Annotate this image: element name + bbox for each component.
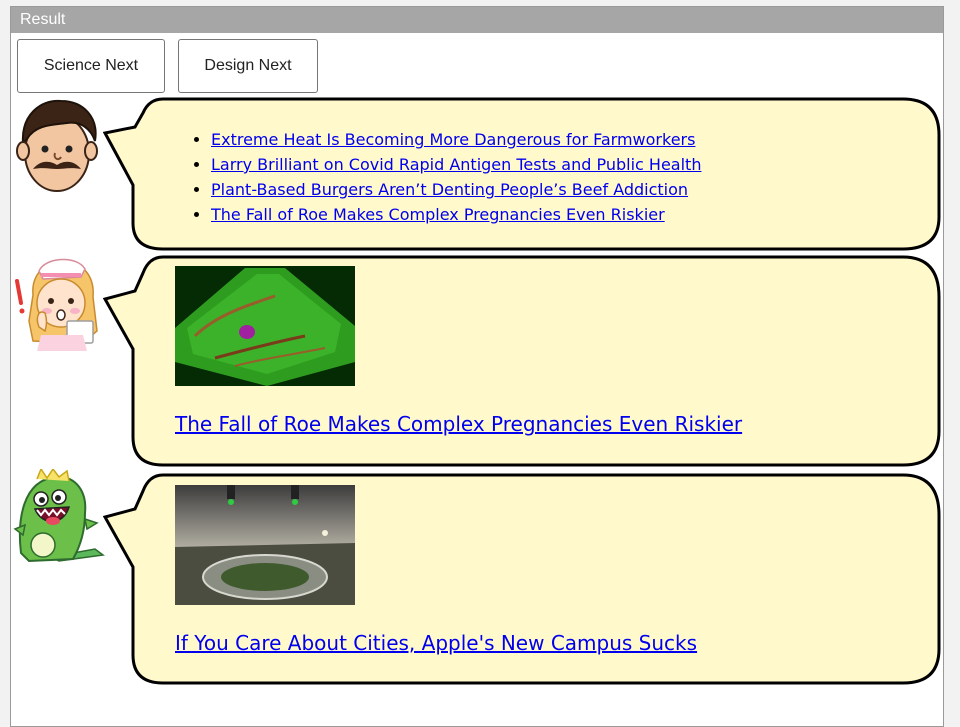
mustache-man-avatar-icon [11, 95, 105, 195]
list-item: Extreme Heat Is Becoming More Dangerous … [211, 127, 701, 152]
article-link[interactable]: The Fall of Roe Makes Complex Pregnancie… [211, 205, 665, 224]
ultrasound-thumbnail[interactable] [175, 266, 355, 386]
headline-link[interactable]: The Fall of Roe Makes Complex Pregnancie… [175, 412, 742, 436]
speech-bubble-3: If You Care About Cities, Apple's New Ca… [103, 471, 943, 689]
result-frame: Result Science Next Design Next Extreme … [10, 6, 944, 727]
speech-bubble-1: Extreme Heat Is Becoming More Dangerous … [103, 95, 943, 255]
nurse-avatar-icon [11, 251, 105, 351]
design-next-button[interactable]: Design Next [178, 39, 318, 93]
green-monster-avatar-icon [11, 467, 105, 569]
science-next-button[interactable]: Science Next [17, 39, 165, 93]
speech-bubble-2: The Fall of Roe Makes Complex Pregnancie… [103, 253, 943, 471]
article-link-list: Extreme Heat Is Becoming More Dangerous … [175, 127, 701, 227]
campus-aerial-thumbnail[interactable] [175, 485, 355, 605]
article-link[interactable]: Larry Brilliant on Covid Rapid Antigen T… [211, 155, 701, 174]
list-item: The Fall of Roe Makes Complex Pregnancie… [211, 202, 701, 227]
headline-link[interactable]: If You Care About Cities, Apple's New Ca… [175, 631, 697, 655]
article-link[interactable]: Extreme Heat Is Becoming More Dangerous … [211, 130, 695, 149]
result-titlebar: Result [11, 7, 943, 33]
list-item: Plant-Based Burgers Aren’t Denting Peopl… [211, 177, 701, 202]
list-item: Larry Brilliant on Covid Rapid Antigen T… [211, 152, 701, 177]
article-link[interactable]: Plant-Based Burgers Aren’t Denting Peopl… [211, 180, 688, 199]
